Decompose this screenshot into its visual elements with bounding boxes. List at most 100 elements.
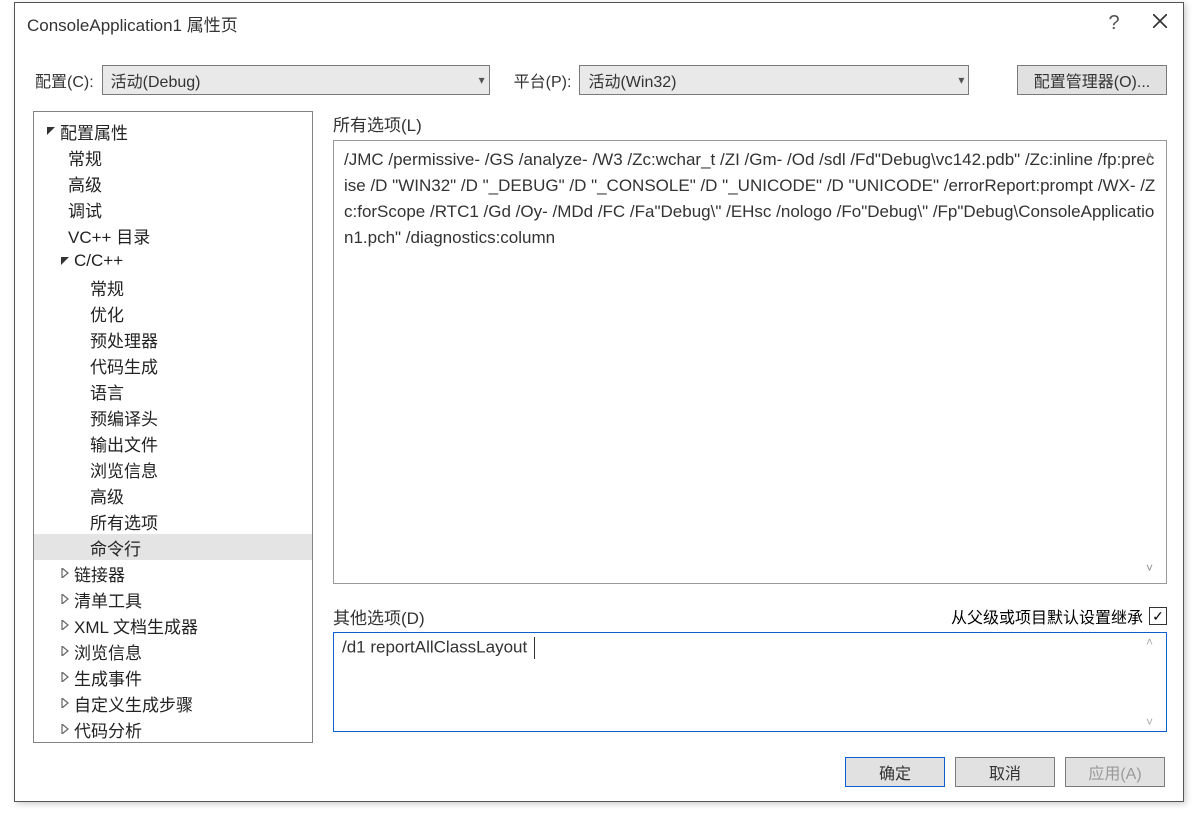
tree-cc-advanced[interactable]: 高级 bbox=[34, 482, 312, 508]
help-button[interactable]: ? bbox=[1091, 3, 1137, 43]
inherit-row: 其他选项(D) 从父级或项目默认设置继承 ✓ bbox=[333, 604, 1167, 628]
tree-item-label: 配置属性 bbox=[60, 119, 128, 144]
category-tree[interactable]: 配置属性 常规 高级 调试 VC++ 目录 C/C++ 常规 优化 预处理器 代… bbox=[33, 111, 313, 743]
tree-item-label: 高级 bbox=[68, 171, 102, 196]
tree-config-props[interactable]: 配置属性 bbox=[34, 118, 312, 144]
tree-item-label: 语言 bbox=[90, 379, 124, 404]
tree-item-label: 代码分析 bbox=[74, 717, 142, 742]
config-platform-row: 配置(C): 活动(Debug) ▾ 平台(P): 活动(Win32) ▾ 配置… bbox=[15, 43, 1183, 107]
ok-button[interactable]: 确定 bbox=[845, 757, 945, 787]
config-label: 配置(C): bbox=[35, 68, 94, 92]
tree-cc-codegen[interactable]: 代码生成 bbox=[34, 352, 312, 378]
expand-icon bbox=[58, 644, 72, 658]
tree-item-label: 常规 bbox=[68, 145, 102, 170]
inherit-label: 从父级或项目默认设置继承 bbox=[951, 604, 1143, 628]
tree-cc-browseinfo[interactable]: 浏览信息 bbox=[34, 456, 312, 482]
scroll-up-icon: ˄ bbox=[1146, 143, 1164, 169]
tree-item-label: VC++ 目录 bbox=[68, 223, 150, 248]
expand-icon bbox=[58, 618, 72, 632]
tree-item-label: 生成事件 bbox=[74, 665, 142, 690]
platform-label: 平台(P): bbox=[514, 68, 572, 92]
other-options-textbox[interactable]: /d1 reportAllClassLayout ˄ ˅ bbox=[333, 632, 1167, 732]
config-manager-button[interactable]: 配置管理器(O)... bbox=[1017, 65, 1167, 95]
all-options-label: 所有选项(L) bbox=[333, 111, 1167, 136]
collapse-icon bbox=[58, 254, 72, 268]
close-icon bbox=[1153, 13, 1167, 33]
property-page-dialog: ConsoleApplication1 属性页 ? 配置(C): 活动(Debu… bbox=[14, 2, 1184, 802]
tree-vcpp-dirs[interactable]: VC++ 目录 bbox=[34, 222, 312, 248]
scroll-down-icon: ˅ bbox=[1146, 715, 1164, 729]
tree-item-label: 自定义生成步骤 bbox=[74, 691, 193, 716]
tree-item-label: 命令行 bbox=[90, 535, 141, 560]
tree-cc-preproc[interactable]: 预处理器 bbox=[34, 326, 312, 352]
apply-label: 应用(A) bbox=[1088, 760, 1141, 784]
text-cursor bbox=[534, 637, 535, 659]
tree-debug[interactable]: 调试 bbox=[34, 196, 312, 222]
tree-item-label: 所有选项 bbox=[90, 509, 158, 534]
scrollbar[interactable]: ˄ ˅ bbox=[1146, 143, 1164, 581]
all-options-text: /JMC /permissive- /GS /analyze- /W3 /Zc:… bbox=[344, 150, 1155, 247]
tree-cc-language[interactable]: 语言 bbox=[34, 378, 312, 404]
tree-cc-outfiles[interactable]: 输出文件 bbox=[34, 430, 312, 456]
dialog-footer: 确定 取消 应用(A) bbox=[15, 743, 1183, 801]
expand-icon bbox=[58, 722, 72, 736]
title-controls: ? bbox=[1091, 3, 1183, 43]
tree-item-label: 输出文件 bbox=[90, 431, 158, 456]
tree-code-analysis[interactable]: 代码分析 bbox=[34, 716, 312, 742]
cancel-button[interactable]: 取消 bbox=[955, 757, 1055, 787]
tree-item-label: 调试 bbox=[68, 197, 102, 222]
window-title: ConsoleApplication1 属性页 bbox=[27, 11, 238, 36]
body-row: 配置属性 常规 高级 调试 VC++ 目录 C/C++ 常规 优化 预处理器 代… bbox=[15, 107, 1183, 743]
config-value: 活动(Debug) bbox=[111, 68, 201, 92]
other-options-text: /d1 reportAllClassLayout bbox=[342, 637, 532, 656]
tree-xml-doc[interactable]: XML 文档生成器 bbox=[34, 612, 312, 638]
tree-advanced[interactable]: 高级 bbox=[34, 170, 312, 196]
right-pane: 所有选项(L) /JMC /permissive- /GS /analyze- … bbox=[333, 111, 1167, 743]
cancel-label: 取消 bbox=[989, 760, 1021, 784]
inherit-checkbox[interactable]: ✓ bbox=[1149, 607, 1167, 625]
config-manager-label: 配置管理器(O)... bbox=[1034, 68, 1150, 92]
tree-linker[interactable]: 链接器 bbox=[34, 560, 312, 586]
tree-cc-precomp[interactable]: 预编译头 bbox=[34, 404, 312, 430]
tree-item-label: 常规 bbox=[90, 275, 124, 300]
tree-item-label: 浏览信息 bbox=[90, 457, 158, 482]
tree-browse-info[interactable]: 浏览信息 bbox=[34, 638, 312, 664]
chevron-down-icon: ▾ bbox=[479, 73, 485, 87]
platform-value: 活动(Win32) bbox=[588, 68, 676, 92]
tree-build-events[interactable]: 生成事件 bbox=[34, 664, 312, 690]
platform-dropdown[interactable]: 活动(Win32) ▾ bbox=[579, 65, 969, 95]
ok-label: 确定 bbox=[879, 760, 911, 784]
all-options-textbox[interactable]: /JMC /permissive- /GS /analyze- /W3 /Zc:… bbox=[333, 140, 1167, 584]
tree-item-label: C/C++ bbox=[74, 251, 123, 271]
scroll-up-icon: ˄ bbox=[1146, 635, 1164, 649]
tree-item-label: 链接器 bbox=[74, 561, 125, 586]
tree-item-label: 代码生成 bbox=[90, 353, 158, 378]
tree-manifest-tool[interactable]: 清单工具 bbox=[34, 586, 312, 612]
tree-item-label: 优化 bbox=[90, 301, 124, 326]
expand-icon bbox=[58, 696, 72, 710]
tree-cc-optimization[interactable]: 优化 bbox=[34, 300, 312, 326]
close-button[interactable] bbox=[1137, 3, 1183, 43]
scroll-down-icon: ˅ bbox=[1146, 555, 1164, 581]
tree-item-label: 浏览信息 bbox=[74, 639, 142, 664]
tree-cc-general[interactable]: 常规 bbox=[34, 274, 312, 300]
tree-general[interactable]: 常规 bbox=[34, 144, 312, 170]
tree-cc-cmdline[interactable]: 命令行 bbox=[34, 534, 312, 560]
chevron-down-icon: ▾ bbox=[958, 73, 964, 87]
titlebar: ConsoleApplication1 属性页 ? bbox=[15, 3, 1183, 43]
expand-icon bbox=[58, 566, 72, 580]
tree-item-label: 预编译头 bbox=[90, 405, 158, 430]
tree-cc-allopts[interactable]: 所有选项 bbox=[34, 508, 312, 534]
expand-icon bbox=[58, 670, 72, 684]
scrollbar[interactable]: ˄ ˅ bbox=[1146, 635, 1164, 729]
tree-c-cpp[interactable]: C/C++ bbox=[34, 248, 312, 274]
other-options-label: 其他选项(D) bbox=[333, 604, 425, 629]
tree-item-label: 预处理器 bbox=[90, 327, 158, 352]
tree-custom-build[interactable]: 自定义生成步骤 bbox=[34, 690, 312, 716]
collapse-icon bbox=[44, 124, 58, 138]
tree-item-label: XML 文档生成器 bbox=[74, 613, 198, 638]
apply-button[interactable]: 应用(A) bbox=[1065, 757, 1165, 787]
tree-item-label: 高级 bbox=[90, 483, 124, 508]
config-dropdown[interactable]: 活动(Debug) ▾ bbox=[102, 65, 490, 95]
expand-icon bbox=[58, 592, 72, 606]
